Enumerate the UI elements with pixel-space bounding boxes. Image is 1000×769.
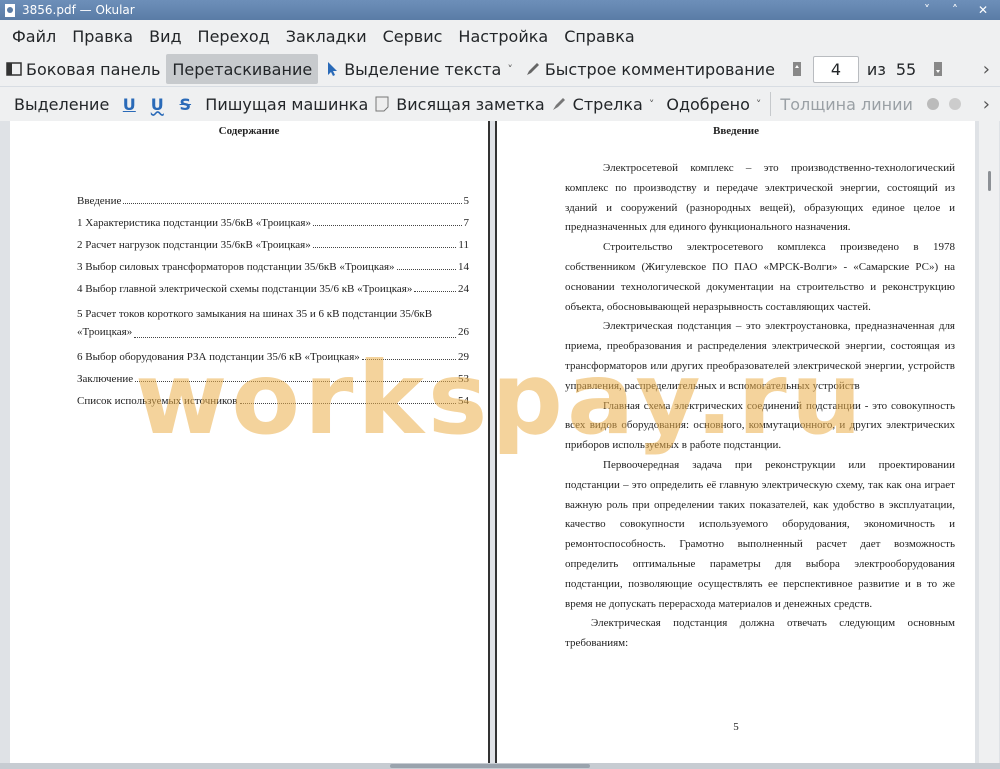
pdf-page-left: Содержание Введение 5 1 Характеристика по… [10,121,490,763]
brush-icon [551,96,567,112]
toc-entry[interactable]: Список используемых источников 54 [77,385,469,407]
drag-tool-button[interactable]: Перетаскивание [166,54,319,84]
toc-entry[interactable]: 6 Выбор оборудования РЗА подстанции 35/6… [77,341,469,363]
okular-app-icon [4,3,17,17]
toc-entry[interactable]: 2 Расчет нагрузок подстанции 35/6кВ «Тро… [77,229,469,251]
toc-entry[interactable]: Введение 5 [77,185,469,207]
pdf-page-right: Введение Электросетевой комплекс – это п… [495,121,975,763]
sticky-note-label: Висящая заметка [396,94,545,114]
scrollbar-thumb[interactable] [988,171,991,191]
toc-entry[interactable]: 4 Выбор главной электрической схемы подс… [77,273,469,295]
page-of-label: из [866,59,886,79]
page-down-icon[interactable] [930,61,946,77]
paragraph: Электрическая подстанция – это электроус… [565,320,955,392]
scrollbar-thumb[interactable] [390,764,590,768]
quick-comment-label: Быстрое комментирование [544,59,775,79]
annotation-toolbar: Выделение U U S Пишущая машинка Висящая … [0,87,1000,121]
paragraph: Первоочередная задача при реконструкции … [565,458,955,610]
line-width-label: Толщина линии [780,94,913,114]
arrow-label: Стрелка [572,94,643,114]
toc-entry[interactable]: 5 Расчет токов короткого замыкания на ши… [77,295,469,341]
paragraph: Электрическая подстанция должна отвечать… [565,617,955,650]
chevron-down-icon[interactable]: ˅ [649,98,655,111]
drag-label: Перетаскивание [172,59,313,79]
paragraph: Строительство электросетевого комплекса … [565,241,955,313]
annot-select-label: Выделение [14,94,110,114]
close-button[interactable]: ✕ [976,3,990,17]
typewriter-button[interactable]: Пишущая машинка [199,89,374,119]
menu-file[interactable]: Файл [4,27,64,46]
maximize-button[interactable]: ˄ [948,3,962,17]
menu-bookmarks[interactable]: Закладки [278,27,375,46]
toc-entry[interactable]: 3 Выбор силовых трансформаторов подстанц… [77,251,469,273]
menu-help[interactable]: Справка [556,27,643,46]
table-of-contents: Введение 5 1 Характеристика подстанции 35… [77,185,469,407]
stamp-button[interactable]: Одобрено ˅ [660,89,767,119]
sticky-note-button[interactable]: Висящая заметка [390,89,550,119]
menu-edit[interactable]: Правка [64,27,141,46]
vertical-scrollbar[interactable] [979,121,999,763]
chevron-down-icon[interactable]: ˅ [507,63,513,76]
sidebar-label: Боковая панель [26,59,161,79]
menu-bar: Файл Правка Вид Переход Закладки Сервис … [0,20,1000,52]
minimize-button[interactable]: ˅ [920,3,934,17]
page-number: 5 [733,721,739,733]
menu-view[interactable]: Вид [141,27,189,46]
toc-entry[interactable]: Заключение 53 [77,363,469,385]
chevron-down-icon[interactable]: ˅ [756,98,762,111]
cursor-icon [324,61,340,77]
color-icon[interactable] [925,96,941,112]
pen-icon [525,61,541,77]
page-up-icon[interactable] [789,61,805,77]
sidebar-icon [6,61,22,77]
quick-comment-button[interactable]: Быстрое комментирование [519,54,781,84]
typewriter-label: Пишущая машинка [205,94,369,114]
toc-entry[interactable]: 1 Характеристика подстанции 35/6кВ «Трои… [77,207,469,229]
menu-tools[interactable]: Сервис [375,27,451,46]
title-bar: 3856.pdf — Okular ˅ ˄ ✕ [0,0,1000,20]
text-select-button[interactable]: Выделение текста ˅ [318,54,519,84]
toc-title: Содержание [218,125,280,137]
menu-settings[interactable]: Настройка [450,27,556,46]
line-width-button[interactable]: Толщина линии [774,89,919,119]
paragraph: Главная схема электрических соединений п… [565,399,955,452]
stamp-label: Одобрено [666,94,750,114]
toolbar-separator [770,92,772,116]
text-select-label: Выделение текста [344,59,502,79]
window-title: 3856.pdf — Okular [22,3,135,17]
sidebar-button[interactable]: Боковая панель [0,54,166,84]
main-toolbar: Боковая панель Перетаскивание Выделение … [0,52,1000,86]
annot-select-button[interactable]: Выделение [0,89,115,119]
paragraph: Электросетевой комплекс – это производст… [565,162,955,234]
page-number-input[interactable]: 4 [812,55,859,83]
document-view[interactable]: Содержание Введение 5 1 Характеристика по… [0,121,1000,763]
horizontal-scrollbar[interactable] [0,763,1000,769]
squiggly-underline-icon[interactable]: U [149,95,165,114]
page-total-label: 55 [895,59,917,79]
strikeout-icon[interactable]: S [177,95,193,114]
underline-icon[interactable]: U [121,95,137,114]
intro-body: Электросетевой комплекс – это производст… [565,159,955,654]
opacity-icon[interactable] [947,96,963,112]
arrow-button[interactable]: Стрелка ˅ [567,89,661,119]
intro-title: Введение [712,125,760,137]
toolbar-overflow-icon[interactable]: › [983,59,1000,80]
menu-go[interactable]: Переход [190,27,278,46]
toolbar-overflow-icon[interactable]: › [983,94,1000,115]
note-icon [374,96,390,112]
